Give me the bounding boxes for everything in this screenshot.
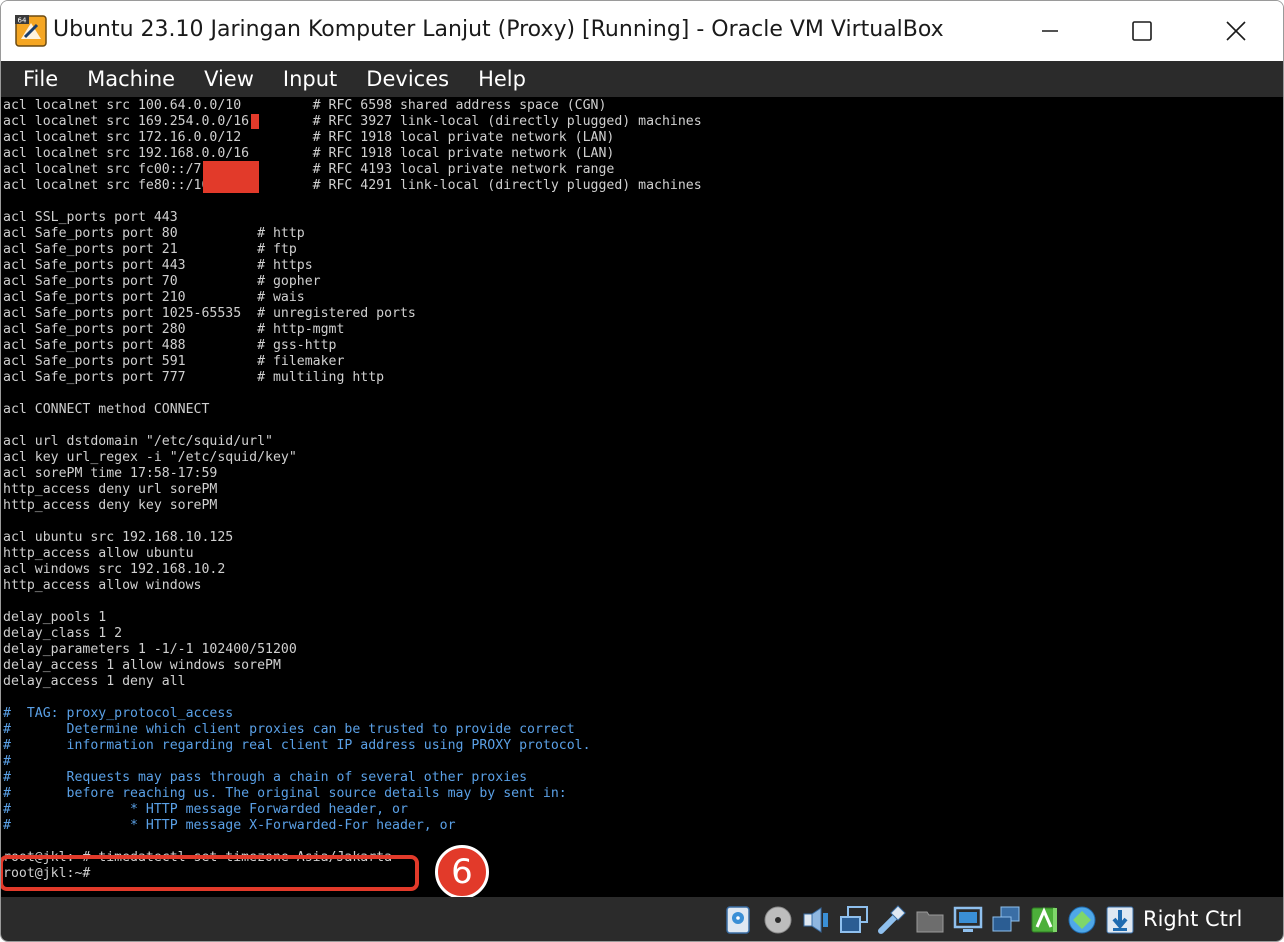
terminal-line: acl Safe_ports port 1025-65535 # unregis… xyxy=(3,306,416,321)
window-title: Ubuntu 23.10 Jaringan Komputer Lanjut (P… xyxy=(53,17,944,42)
terminal-line: acl windows src 192.168.10.2 xyxy=(3,562,226,577)
terminal-line: acl CONNECT method CONNECT xyxy=(3,402,210,417)
terminal-line: acl Safe_ports port 488 # gss-http xyxy=(3,338,337,353)
network-icon[interactable] xyxy=(839,905,869,935)
terminal-comment-line: # * HTTP message X-Forwarded-For header,… xyxy=(3,818,456,833)
terminal-line: acl localnet src 192.168.0.0/16 # RFC 19… xyxy=(3,146,615,161)
terminal-line: acl localnet src 172.16.0.0/12 # RFC 191… xyxy=(3,130,615,145)
terminal-line: acl Safe_ports port 777 # multiling http xyxy=(3,370,385,385)
terminal-line: http_access deny url sorePM xyxy=(3,482,218,497)
terminal-line: acl localnet src fe80::/10 # RFC 4291 li… xyxy=(3,178,702,193)
status-bar: Right Ctrl xyxy=(1,897,1283,941)
terminal-comment-line: # information regarding real client IP a… xyxy=(3,738,591,753)
redaction-mark xyxy=(203,161,259,193)
terminal-line: acl SSL_ports port 443 xyxy=(3,210,178,225)
terminal-comment-line: # Requests may pass through a chain of s… xyxy=(3,770,528,785)
step-number-badge: 6 xyxy=(435,845,489,897)
mouse-integration-icon[interactable] xyxy=(1067,905,1097,935)
virtualbox-window: 64 Ubuntu 23.10 Jaringan Komputer Lanjut… xyxy=(0,0,1284,942)
terminal-line: delay_access 1 allow windows sorePM xyxy=(3,658,281,673)
terminal-line: acl localnet src 169.254.0.0/16 # RFC 39… xyxy=(3,114,702,129)
minimize-icon xyxy=(1042,30,1058,32)
terminal-line: http_access deny key sorePM xyxy=(3,498,218,513)
maximize-icon xyxy=(1132,21,1152,41)
host-key-label: Right Ctrl xyxy=(1143,907,1243,931)
terminal-comment-line: # before reaching us. The original sourc… xyxy=(3,786,567,801)
menu-view[interactable]: View xyxy=(189,61,268,97)
terminal-line: acl Safe_ports port 280 # http-mgmt xyxy=(3,322,345,337)
terminal-line: delay_parameters 1 -1/-1 102400/51200 xyxy=(3,642,297,657)
terminal-line: acl sorePM time 17:58-17:59 xyxy=(3,466,218,481)
menu-help[interactable]: Help xyxy=(463,61,540,97)
terminal-line: acl Safe_ports port 443 # https xyxy=(3,258,313,273)
terminal-line: acl Safe_ports port 80 # http xyxy=(3,226,305,241)
display-icon[interactable] xyxy=(953,905,983,935)
menu-devices[interactable]: Devices xyxy=(351,61,463,97)
menu-file[interactable]: File xyxy=(1,61,72,97)
hard-disk-icon[interactable] xyxy=(723,905,753,935)
shared-folders-icon[interactable] xyxy=(915,905,945,935)
terminal-line: acl ubuntu src 192.168.10.125 xyxy=(3,530,234,545)
terminal-comment-line: # xyxy=(3,754,11,769)
terminal-line: http_access allow ubuntu xyxy=(3,546,194,561)
close-icon xyxy=(1226,21,1246,41)
vm-display-terminal[interactable]: acl localnet src 100.64.0.0/10 # RFC 659… xyxy=(1,97,1283,897)
minimize-button[interactable] xyxy=(1027,9,1073,53)
guest-additions-icon[interactable] xyxy=(1029,905,1059,935)
close-button[interactable] xyxy=(1213,9,1259,53)
terminal-line: http_access allow windows xyxy=(3,578,202,593)
menu-machine[interactable]: Machine xyxy=(72,61,189,97)
command-highlight-box xyxy=(1,855,419,891)
usb-icon[interactable] xyxy=(877,905,907,935)
terminal-comment-line: # Determine which client proxies can be … xyxy=(3,722,575,737)
terminal-line: acl Safe_ports port 210 # wais xyxy=(3,290,305,305)
keyboard-capture-icon[interactable] xyxy=(1105,905,1135,935)
terminal-line: acl Safe_ports port 70 # gopher xyxy=(3,274,321,289)
menu-input[interactable]: Input xyxy=(268,61,351,97)
terminal-line: acl key url_regex -i "/etc/squid/key" xyxy=(3,450,297,465)
terminal-line: delay_access 1 deny all xyxy=(3,674,186,689)
maximize-button[interactable] xyxy=(1119,9,1165,53)
terminal-comment-line: # TAG: proxy_protocol_access xyxy=(3,706,234,721)
virtualbox-app-icon: 64 xyxy=(15,15,47,47)
redaction-mark xyxy=(251,114,259,129)
title-bar: 64 Ubuntu 23.10 Jaringan Komputer Lanjut… xyxy=(1,1,1283,61)
terminal-line: acl Safe_ports port 21 # ftp xyxy=(3,242,297,257)
terminal-comment-line: # * HTTP message Forwarded header, or xyxy=(3,802,408,817)
audio-icon[interactable] xyxy=(801,905,831,935)
svg-text:64: 64 xyxy=(18,17,27,25)
optical-disc-icon[interactable] xyxy=(763,905,793,935)
terminal-line: delay_pools 1 xyxy=(3,610,107,625)
terminal-line: delay_class 1 2 xyxy=(3,626,123,641)
terminal-line: acl localnet src fc00::/7 # RFC 4193 loc… xyxy=(3,162,615,177)
menu-bar: File Machine View Input Devices Help xyxy=(1,61,1283,97)
terminal-line: acl url dstdomain "/etc/squid/url" xyxy=(3,434,273,449)
terminal-line: acl localnet src 100.64.0.0/10 # RFC 659… xyxy=(3,98,607,113)
terminal-line: acl Safe_ports port 591 # filemaker xyxy=(3,354,345,369)
recording-icon[interactable] xyxy=(991,905,1021,935)
